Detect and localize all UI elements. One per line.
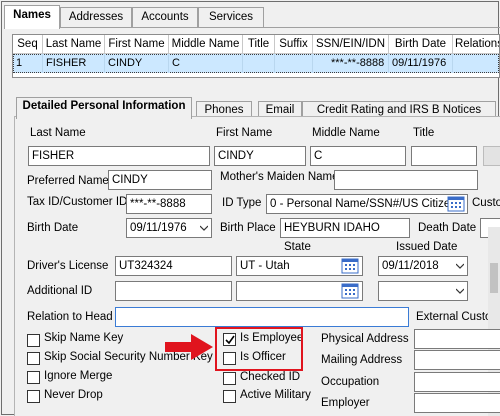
id-type-select[interactable]: 0 - Personal Name/SSN#/US Citizen (266, 194, 468, 214)
chevron-down-icon[interactable] (200, 224, 208, 232)
grid-header-birth-date[interactable]: Birth Date (389, 35, 453, 54)
grid-header-seq[interactable]: Seq (13, 35, 43, 54)
grid-header-first-name[interactable]: First Name (105, 35, 169, 54)
tab-detailed-label: Detailed Personal Information (22, 100, 186, 112)
issued-date-value: 09/11/2018 (382, 260, 439, 272)
never-drop-label[interactable]: Never Drop (44, 389, 103, 401)
tab-email-label: Email (265, 104, 295, 116)
highlight-box (215, 327, 303, 371)
names-grid[interactable]: Seq Last Name First Name Middle Name Tit… (12, 34, 500, 78)
birth-date-value: 09/11/1976 (130, 222, 187, 234)
employer-label: Employer (321, 397, 370, 409)
additional-id-field[interactable] (115, 281, 232, 301)
suffix-field[interactable] (483, 146, 500, 166)
mothers-maiden-name-field[interactable] (334, 170, 478, 190)
state-value: UT - Utah (240, 260, 290, 272)
employer-field[interactable] (414, 393, 500, 413)
title-field[interactable] (411, 146, 477, 166)
ignore-merge-label[interactable]: Ignore Merge (44, 370, 112, 382)
grid-cell-last-name[interactable]: FISHER (43, 54, 105, 73)
ignore-merge-checkbox[interactable] (27, 371, 40, 384)
additional-id-label: Additional ID (27, 285, 93, 297)
mailing-address-field[interactable] (414, 350, 500, 370)
occupation-label: Occupation (321, 376, 380, 388)
grid-cell-ssn[interactable]: ***-**-8888 (313, 54, 389, 73)
skip-ssn-key-checkbox[interactable] (27, 352, 40, 365)
tab-credit-label: Credit Rating and IRS B Notices (316, 104, 482, 116)
title-label: Title (413, 127, 435, 139)
skip-name-key-checkbox[interactable] (27, 334, 40, 347)
mailing-address-label: Mailing Address (321, 354, 403, 366)
grid-cell-first-name[interactable]: CINDY (105, 54, 169, 73)
active-military-label[interactable]: Active Military (240, 389, 311, 401)
relation-to-head-field[interactable] (115, 307, 409, 327)
first-name-label: First Name (216, 127, 273, 139)
grid-cell-birth-date[interactable]: 09/11/1976 (389, 54, 453, 73)
issued-date-field[interactable]: 09/11/2018 (378, 256, 468, 276)
tab-addresses-label: Addresses (68, 11, 124, 23)
mothers-maiden-name-label: Mother's Maiden Name (220, 171, 339, 183)
id-type-lookup-icon[interactable] (447, 196, 465, 212)
tab-strip-line (4, 27, 500, 28)
tab-services-label: Services (208, 11, 254, 23)
middle-name-label: Middle Name (312, 127, 380, 139)
tab-phones-label: Phones (204, 104, 244, 116)
tab-detailed-personal-information[interactable]: Detailed Personal Information (16, 97, 192, 119)
issued-date-label: Issued Date (396, 241, 458, 253)
middle-name-field[interactable]: C (310, 146, 406, 166)
physical-address-label: Physical Address (321, 333, 409, 345)
scrollbar-thumb[interactable] (490, 263, 498, 293)
tab-accounts-label: Accounts (141, 11, 189, 23)
grid-cell-middle-name[interactable]: C (169, 54, 243, 73)
grid-header-last-name[interactable]: Last Name (43, 35, 105, 54)
first-name-field[interactable]: CINDY (214, 146, 306, 166)
skip-name-key-label[interactable]: Skip Name Key (44, 332, 123, 344)
id-type-label: ID Type (222, 197, 262, 209)
grid-header-relations[interactable]: Relations (453, 35, 499, 54)
tab-addresses[interactable]: Addresses (60, 7, 132, 27)
additional-id-lookup-icon[interactable] (341, 283, 359, 299)
tax-id-field[interactable]: ***-**-8888 (126, 194, 212, 214)
red-arrow-icon (165, 334, 213, 360)
grid-cell-relations[interactable] (453, 54, 499, 73)
grid-cell-seq[interactable]: 1 (13, 54, 43, 73)
grid-header-suffix[interactable]: Suffix (275, 35, 313, 54)
relation-to-head-label: Relation to Head (27, 311, 113, 323)
active-military-checkbox[interactable] (223, 390, 236, 403)
state-label: State (284, 241, 311, 253)
chevron-down-icon[interactable] (456, 262, 464, 270)
last-name-label: Last Name (30, 127, 86, 139)
birth-date-label: Birth Date (27, 222, 79, 234)
tab-accounts[interactable]: Accounts (132, 7, 198, 27)
drivers-license-label: Driver's License (27, 260, 109, 272)
grid-cell-suffix[interactable] (275, 54, 313, 73)
additional-id-issued-date-field[interactable] (378, 281, 468, 301)
id-type-value: 0 - Personal Name/SSN#/US Citizen (270, 198, 457, 210)
never-drop-checkbox[interactable] (27, 390, 40, 403)
occupation-field[interactable] (414, 372, 500, 392)
tab-names-label: Names (13, 9, 51, 21)
checked-id-label[interactable]: Checked ID (240, 371, 300, 383)
grid-header-ssn[interactable]: SSN/EIN/IDN (313, 35, 389, 54)
grid-header-title[interactable]: Title (243, 35, 275, 54)
last-name-field[interactable]: FISHER (28, 146, 210, 166)
birth-place-label: Birth Place (220, 222, 276, 234)
tab-names[interactable]: Names (4, 5, 60, 29)
tax-id-label: Tax ID/Customer ID (27, 196, 128, 208)
birth-place-field[interactable]: HEYBURN IDAHO (280, 218, 410, 238)
chevron-down-icon[interactable] (456, 287, 464, 295)
tab-services[interactable]: Services (198, 7, 264, 27)
preferred-name-field[interactable]: CINDY (108, 170, 212, 190)
birth-date-field[interactable]: 09/11/1976 (126, 218, 212, 238)
custo-label: Custo (472, 197, 500, 209)
checked-id-checkbox[interactable] (223, 372, 236, 385)
grid-header-middle-name[interactable]: Middle Name (169, 35, 243, 54)
state-lookup-icon[interactable] (341, 258, 359, 274)
physical-address-field[interactable] (414, 329, 500, 349)
death-date-label: Death Date (418, 222, 477, 234)
grid-cell-title[interactable] (243, 54, 275, 73)
drivers-license-field[interactable]: UT324324 (115, 256, 232, 276)
preferred-name-label: Preferred Name (27, 175, 109, 187)
